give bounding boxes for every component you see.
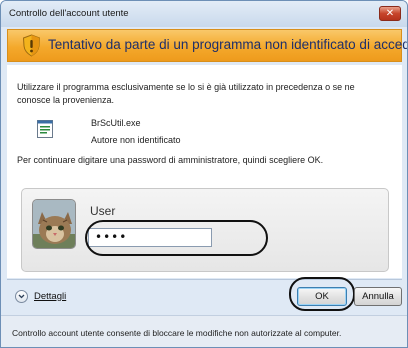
footer-text: Controllo account utente consente di blo… xyxy=(12,328,342,338)
cancel-button[interactable]: Annulla xyxy=(354,287,402,306)
user-name: User xyxy=(90,204,116,218)
shield-icon xyxy=(22,34,41,57)
program-name: BrScUtil.exe xyxy=(91,118,141,128)
program-icon xyxy=(37,120,53,138)
avatar xyxy=(32,199,76,249)
instruction-text: Per continuare digitare una password di … xyxy=(17,155,324,165)
close-icon: ✕ xyxy=(385,8,395,19)
banner-text: Tentativo da parte di un programma non i… xyxy=(48,37,407,52)
chevron-down-icon[interactable] xyxy=(15,290,28,303)
program-publisher: Autore non identificato xyxy=(91,135,181,145)
uac-dialog: Controllo dell'account utente ✕ Tentativ… xyxy=(0,0,408,348)
intro-text: Utilizzare il programma esclusivamente s… xyxy=(17,82,355,105)
cat-avatar-image xyxy=(33,200,75,248)
footer: Controllo account utente consente di blo… xyxy=(1,315,407,347)
credential-tile[interactable]: User •••• xyxy=(21,188,389,272)
title-bar[interactable]: Controllo dell'account utente ✕ xyxy=(1,1,407,27)
password-highlight-oval xyxy=(85,220,268,256)
warning-banner: Tentativo da parte di un programma non i… xyxy=(7,29,407,62)
close-button[interactable]: ✕ xyxy=(379,6,401,21)
window-title: Controllo dell'account utente xyxy=(9,8,129,19)
ok-highlight-oval xyxy=(289,277,355,311)
content-panel: Utilizzare il programma esclusivamente s… xyxy=(7,65,402,278)
details-link[interactable]: Dettagli xyxy=(34,291,66,302)
